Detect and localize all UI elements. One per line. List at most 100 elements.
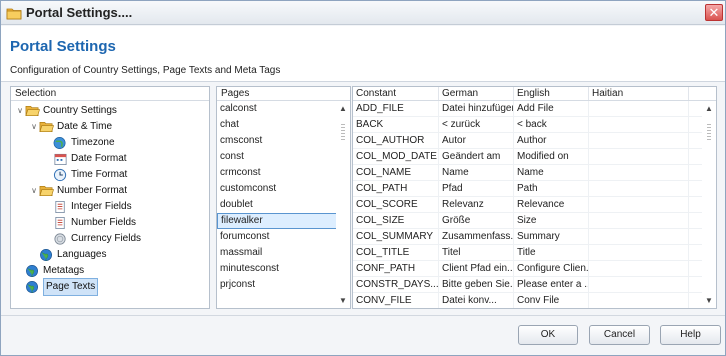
- collapse-chevron-icon[interactable]: ∨: [29, 183, 39, 199]
- table-cell[interactable]: Size: [514, 213, 589, 228]
- table-cell[interactable]: [589, 261, 689, 276]
- collapse-chevron-icon[interactable]: ∨: [15, 103, 25, 119]
- table-cell[interactable]: Datei konv...: [439, 293, 514, 308]
- tree-item[interactable]: Timezone: [11, 135, 209, 151]
- table-cell[interactable]: [589, 133, 689, 148]
- column-header[interactable]: Constant: [353, 87, 439, 100]
- table-cell[interactable]: COL_AUTHOR: [353, 133, 439, 148]
- table-cell[interactable]: Conv File: [514, 293, 589, 308]
- scroll-down-icon[interactable]: ▼: [338, 296, 348, 305]
- table-cell[interactable]: [589, 197, 689, 212]
- scroll-grip[interactable]: [341, 124, 345, 142]
- tree-item[interactable]: Date Format: [11, 151, 209, 167]
- table-cell[interactable]: [589, 149, 689, 164]
- table-cell[interactable]: Path: [514, 181, 589, 196]
- pages-list-item[interactable]: prjconst: [217, 277, 350, 293]
- table-cell[interactable]: [589, 277, 689, 292]
- table-cell[interactable]: [589, 165, 689, 180]
- table-cell[interactable]: [589, 101, 689, 116]
- table-cell[interactable]: COL_SIZE: [353, 213, 439, 228]
- tree-item[interactable]: Languages: [11, 247, 209, 263]
- column-header[interactable]: German: [439, 87, 514, 100]
- table-cell[interactable]: CONV_FILE: [353, 293, 439, 308]
- table-cell[interactable]: COL_TITLE: [353, 245, 439, 260]
- table-cell[interactable]: COL_NAME: [353, 165, 439, 180]
- pages-list-item[interactable]: cmsconst: [217, 133, 350, 149]
- table-row[interactable]: COL_MOD_DATE Geändert am Modified on: [353, 149, 716, 165]
- tree-item[interactable]: Currency Fields: [11, 231, 209, 247]
- table-cell[interactable]: COL_PATH: [353, 181, 439, 196]
- table-cell[interactable]: ADD_FILE: [353, 101, 439, 116]
- tree-item[interactable]: ∨ Number Format: [11, 183, 209, 199]
- tree-item[interactable]: Number Fields: [11, 215, 209, 231]
- table-cell[interactable]: Größe: [439, 213, 514, 228]
- table-cell[interactable]: Configure Clien...: [514, 261, 589, 276]
- table-cell[interactable]: [589, 213, 689, 228]
- pages-list-item[interactable]: forumconst: [217, 229, 350, 245]
- table-cell[interactable]: Relevance: [514, 197, 589, 212]
- grid-scrollbar[interactable]: ▲ ▼: [702, 102, 716, 308]
- table-cell[interactable]: COL_SCORE: [353, 197, 439, 212]
- pages-list-item[interactable]: filewalker: [217, 213, 350, 229]
- tree-item[interactable]: Integer Fields: [11, 199, 209, 215]
- table-cell[interactable]: Autor: [439, 133, 514, 148]
- table-row[interactable]: BACK < zurück < back: [353, 117, 716, 133]
- table-cell[interactable]: BACK: [353, 117, 439, 132]
- table-cell[interactable]: Zusammenfass...: [439, 229, 514, 244]
- table-cell[interactable]: < back: [514, 117, 589, 132]
- pages-list-item[interactable]: customconst: [217, 181, 350, 197]
- table-cell[interactable]: Title: [514, 245, 589, 260]
- table-cell[interactable]: Titel: [439, 245, 514, 260]
- table-row[interactable]: COL_TITLE Titel Title: [353, 245, 716, 261]
- scroll-grip[interactable]: [707, 124, 711, 142]
- table-row[interactable]: CONSTR_DAYS... Bitte geben Sie... Please e…: [353, 277, 716, 293]
- tree-item[interactable]: ∨ Country Settings: [11, 103, 209, 119]
- column-header[interactable]: Haitian: [589, 87, 689, 100]
- table-cell[interactable]: CONF_PATH: [353, 261, 439, 276]
- tree-item[interactable]: Metatags: [11, 263, 209, 279]
- table-cell[interactable]: Modified on: [514, 149, 589, 164]
- scroll-up-icon[interactable]: ▲: [704, 104, 714, 113]
- table-cell[interactable]: Bitte geben Sie...: [439, 277, 514, 292]
- table-cell[interactable]: Please enter a ...: [514, 277, 589, 292]
- scroll-down-icon[interactable]: ▼: [704, 296, 714, 305]
- table-cell[interactable]: Author: [514, 133, 589, 148]
- table-cell[interactable]: Geändert am: [439, 149, 514, 164]
- tree-item[interactable]: Time Format: [11, 167, 209, 183]
- table-row[interactable]: COL_SCORE Relevanz Relevance: [353, 197, 716, 213]
- table-cell[interactable]: Name: [514, 165, 589, 180]
- table-row[interactable]: COL_SIZE Größe Size: [353, 213, 716, 229]
- tree-item[interactable]: ∨ Date & Time: [11, 119, 209, 135]
- table-row[interactable]: CONF_PATH Client Pfad ein... Configure Cli…: [353, 261, 716, 277]
- table-cell[interactable]: Datei hinzufügen: [439, 101, 514, 116]
- pages-list-item[interactable]: calconst: [217, 101, 350, 117]
- table-cell[interactable]: Relevanz: [439, 197, 514, 212]
- help-button[interactable]: Help: [660, 325, 721, 345]
- pages-list-item[interactable]: chat: [217, 117, 350, 133]
- ok-button[interactable]: OK: [518, 325, 578, 345]
- table-cell[interactable]: Client Pfad ein...: [439, 261, 514, 276]
- table-row[interactable]: CONV_FILE Datei konv... Conv File: [353, 293, 716, 308]
- close-button[interactable]: ✕: [705, 4, 723, 21]
- title-bar[interactable]: Portal Settings.... ✕: [1, 1, 725, 25]
- table-cell[interactable]: [589, 117, 689, 132]
- table-cell[interactable]: Add File: [514, 101, 589, 116]
- table-cell[interactable]: [589, 181, 689, 196]
- collapse-chevron-icon[interactable]: ∨: [29, 119, 39, 135]
- table-cell[interactable]: COL_SUMMARY: [353, 229, 439, 244]
- column-header[interactable]: English: [514, 87, 589, 100]
- table-row[interactable]: COL_SUMMARY Zusammenfass... Summary: [353, 229, 716, 245]
- table-cell[interactable]: [589, 229, 689, 244]
- table-cell[interactable]: Name: [439, 165, 514, 180]
- table-row[interactable]: COL_NAME Name Name: [353, 165, 716, 181]
- table-row[interactable]: COL_PATH Pfad Path: [353, 181, 716, 197]
- tree-item[interactable]: Page Texts: [11, 278, 209, 296]
- pages-list-item[interactable]: massmail: [217, 245, 350, 261]
- cancel-button[interactable]: Cancel: [589, 325, 650, 345]
- pages-scrollbar[interactable]: ▲ ▼: [336, 102, 350, 308]
- pages-list-item[interactable]: const: [217, 149, 350, 165]
- table-cell[interactable]: [589, 245, 689, 260]
- table-cell[interactable]: Summary: [514, 229, 589, 244]
- pages-list-item[interactable]: doublet: [217, 197, 350, 213]
- pages-list-item[interactable]: crmconst: [217, 165, 350, 181]
